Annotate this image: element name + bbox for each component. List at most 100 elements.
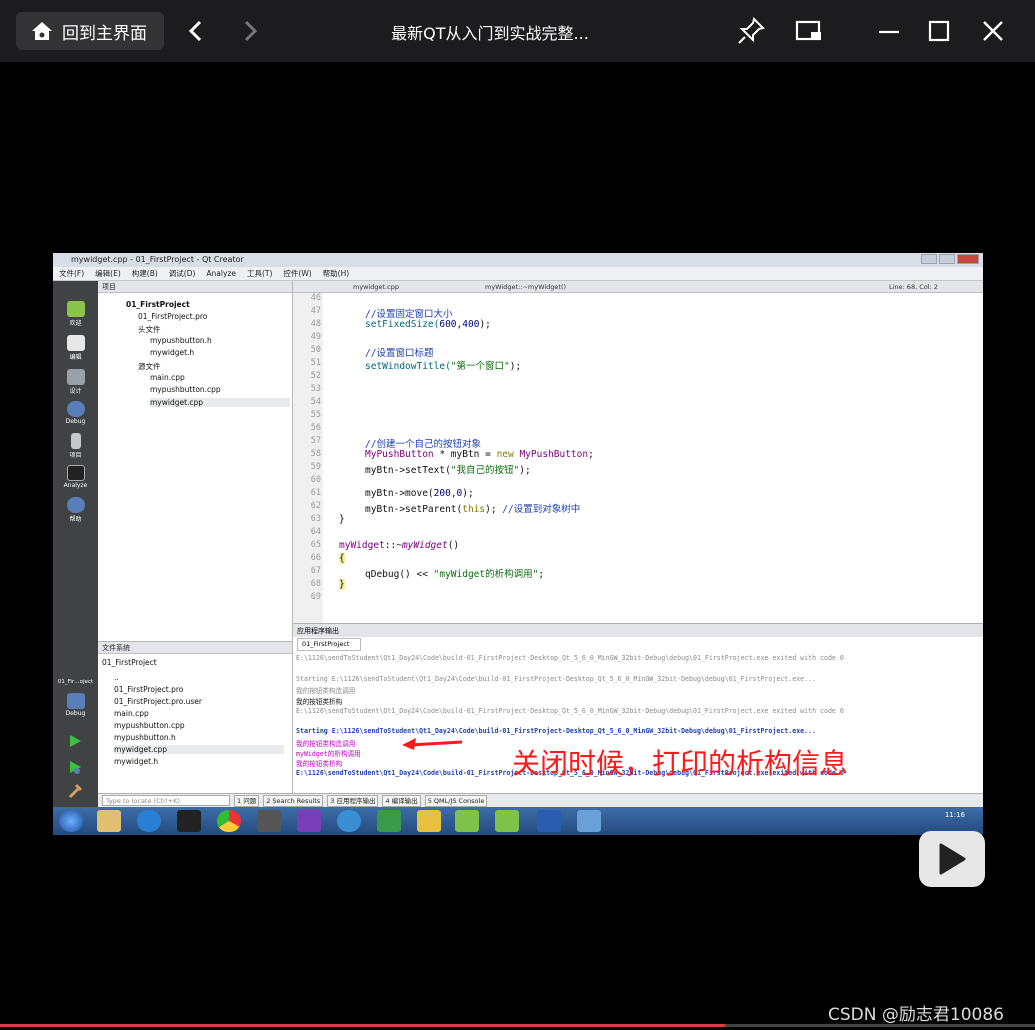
forward-icon[interactable] [236, 18, 262, 44]
output-line: E:\1126\sendToStudent\Qt1_Day24\Code\bui… [296, 707, 844, 715]
close-icon[interactable] [978, 16, 1008, 46]
fs-item-selected: mywidget.cpp [114, 745, 284, 754]
home-button[interactable]: 回到主界面 [16, 12, 164, 50]
qt-maximize-icon [939, 254, 955, 264]
code-line: } [339, 514, 345, 525]
code-line: //创建一个自己的按钮对象 [365, 439, 481, 450]
code-line: //设置固定窗口大小 [365, 309, 453, 320]
tree-item-pro: 01_FirstProject.pro [138, 312, 208, 321]
picture-in-picture-icon[interactable] [794, 16, 824, 46]
fs-item: main.cpp [114, 709, 149, 718]
minimize-icon[interactable] [874, 16, 904, 46]
tree-item-file: mypushbutton.h [150, 336, 212, 345]
line-number: 66 [310, 553, 321, 563]
sublime-icon [257, 810, 281, 832]
code-line: //设置窗口标题 [365, 348, 434, 359]
help-icon [66, 497, 85, 513]
qt-menu-bar: 文件(F) 编辑(E) 构建(B) 调试(D) Analyze 工具(T) 控件… [53, 267, 983, 281]
code-line: qDebug() << "myWidget的析构调用"; [365, 569, 545, 580]
output-line: 我的按钮类析构 [296, 698, 343, 706]
code-line: setWindowTitle("第一个窗口"); [365, 361, 522, 372]
line-number: 49 [310, 332, 321, 342]
maximize-icon[interactable] [924, 16, 954, 46]
mode-design: 设计 [53, 369, 98, 395]
output-line: Starting E:\1126\sendToStudent\Qt1_Day24… [296, 675, 817, 683]
status-tab: 4 编译输出 [382, 794, 421, 807]
filesystem-panel: 文件系统 01_FirstProject .. 01_FirstProject.… [98, 641, 293, 793]
qt-status-bar: Type to locate (Ctrl+K) 1 问题 2 Search Re… [98, 793, 983, 807]
tree-item-file: mypushbutton.cpp [150, 385, 221, 394]
qt-mode-bar: 欢迎 编辑 设计 Debug 项目 Analyze 帮助 01_Fir…ojec… [53, 281, 98, 807]
home-icon [32, 22, 52, 40]
build-icon [68, 783, 83, 799]
progress-bar[interactable] [0, 1024, 1035, 1027]
qt-icon [455, 810, 479, 832]
line-number: 53 [310, 384, 321, 394]
output-line: 我的按钮类构造调用 [296, 740, 356, 748]
annotation-arrow-icon [402, 738, 463, 750]
qt-icon [495, 810, 519, 832]
project-panel-header: 项目 [98, 281, 292, 293]
qt-menu-item: 调试(D) [168, 269, 196, 278]
app-icon [577, 810, 601, 832]
line-number: 68 [310, 579, 321, 589]
output-line: 我的按钮类构造调用 [296, 687, 356, 695]
qt-minimize-icon [921, 254, 937, 264]
output-tab: 01_FirstProject [297, 638, 361, 651]
qt-menu-item: 控件(W) [283, 269, 312, 278]
tree-item-project: 01_FirstProject [126, 300, 190, 309]
line-number: 50 [310, 345, 321, 355]
code-line: } [339, 579, 345, 590]
mode-welcome: 欢迎 [53, 301, 98, 327]
visual-studio-icon [297, 810, 321, 832]
line-number: 63 [310, 514, 321, 524]
output-line: myWidget的析构调用 [296, 750, 361, 758]
start-icon [59, 810, 83, 832]
line-number-gutter: 46 47 48 49 50 51 52 53 54 55 56 57 58 5… [293, 293, 323, 623]
line-number: 69 [310, 592, 321, 602]
qt-menu-item: 帮助(H) [322, 269, 350, 278]
kit-selector: 01_Fir…oject [57, 679, 94, 685]
back-icon[interactable] [184, 18, 210, 44]
fs-item: 01_FirstProject.pro.user [114, 697, 203, 706]
filesystem-panel-header: 文件系统 [98, 642, 292, 654]
chrome-icon [217, 810, 241, 832]
code-line: setFixedSize(600,400); [365, 319, 491, 330]
qt-menu-item: 文件(F) [59, 269, 85, 278]
code-line: { [339, 553, 345, 564]
pin-icon[interactable] [736, 16, 766, 46]
editor-file-name: mywidget.cpp [353, 283, 399, 291]
mode-debug: Debug [53, 401, 98, 425]
analyze-icon [66, 465, 85, 481]
code-editor: mywidget.cpp myWidget::~myWidget() Line:… [293, 281, 983, 623]
evernote-icon [377, 810, 401, 832]
fs-root: 01_FirstProject [102, 658, 157, 667]
windows-taskbar: 11:16 [53, 807, 983, 835]
code-line: myBtn->move(200,0); [365, 488, 474, 499]
qt-window-title: mywidget.cpp - 01_FirstProject - Qt Crea… [71, 255, 244, 264]
design-icon [66, 369, 85, 385]
play-button[interactable] [919, 831, 985, 887]
tree-item-headers: 头文件 [138, 325, 161, 334]
line-number: 65 [310, 540, 321, 550]
line-number: 52 [310, 371, 321, 381]
qt-menu-item: 编辑(E) [95, 269, 121, 278]
fs-item: 01_FirstProject.pro [114, 685, 184, 694]
line-number: 57 [310, 436, 321, 446]
line-number: 54 [310, 397, 321, 407]
annotation-text: 关闭时候，打印的析构信息 [512, 747, 849, 780]
qt-logo-icon [66, 301, 85, 317]
folder-icon [97, 810, 121, 832]
code-line: myBtn->setParent(this); //设置到对象树中 [365, 504, 581, 515]
tree-item-file: main.cpp [150, 373, 185, 382]
output-panel-header: 应用程序输出 [293, 623, 983, 637]
kit-mode: Debug [53, 693, 98, 717]
player-top-bar: 回到主界面 最新QT从入门到实战完整... [0, 0, 1035, 62]
mode-analyze: Analyze [53, 465, 98, 489]
line-number: 67 [310, 566, 321, 576]
status-tab: 1 问题 [234, 794, 260, 807]
line-number: 58 [310, 449, 321, 459]
line-number: 51 [310, 358, 321, 368]
line-number: 56 [310, 423, 321, 433]
progress-fill [0, 1024, 725, 1027]
